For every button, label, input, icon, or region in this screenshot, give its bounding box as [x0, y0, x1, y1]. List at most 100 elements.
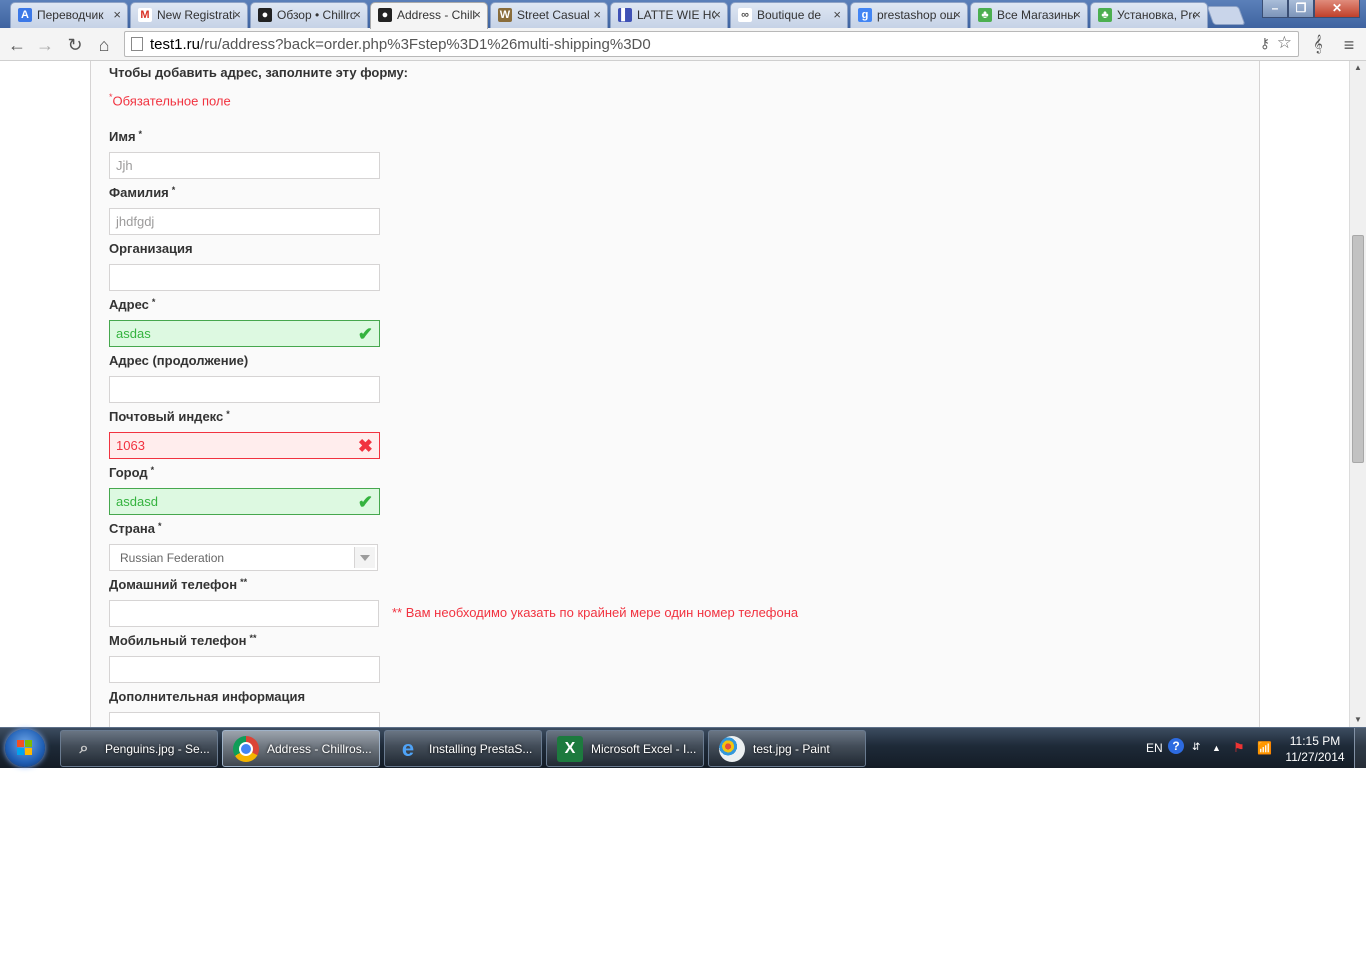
taskbar-button-label: Address - Chillros... — [267, 742, 372, 756]
phone-label: Домашний телефон ** — [109, 577, 248, 592]
lastname-label: Фамилия * — [109, 185, 176, 200]
lastname-input[interactable]: jhdfgdj — [109, 208, 380, 235]
tab-label: Установка, PrestaShop — [1117, 8, 1195, 22]
translate-icon: A — [18, 8, 32, 22]
magnifier-icon: ⌕ — [79, 740, 89, 757]
tab-obzor[interactable]: ● Обзор • Chillros × — [250, 2, 368, 28]
show-hidden-icons-icon[interactable]: ▲ — [1212, 728, 1221, 768]
postcode-label: Почтовый индекс * — [109, 409, 230, 424]
gmail-icon: M — [138, 8, 152, 22]
windows-logo-icon — [17, 740, 33, 756]
tab-all-stores[interactable]: ♣ Все Магазины × — [970, 2, 1088, 28]
leaf-icon: ♣ — [978, 8, 992, 22]
scroll-down-icon[interactable]: ▼ — [1350, 713, 1366, 727]
clock-date: 11/27/2014 — [1285, 750, 1345, 764]
browser-toolbar: ← → ↻ ⌂ test1.ru/ru/address?back=order.p… — [0, 28, 1366, 61]
country-selected-value: Russian Federation — [120, 551, 225, 565]
system-clock[interactable]: 11:15 PM 11/27/2014 — [1280, 733, 1350, 765]
tab-close-icon[interactable]: × — [593, 7, 601, 22]
close-window-icon[interactable]: ✕ — [1314, 0, 1360, 18]
key-icon[interactable]: ⚷ — [1260, 35, 1270, 52]
tab-close-icon[interactable]: × — [473, 7, 481, 22]
network-signal-icon[interactable]: 📶 — [1257, 728, 1272, 768]
tab-new-registration[interactable]: M New Registration × — [130, 2, 248, 28]
url-text[interactable]: test1.ru/ru/address?back=order.php%3Fste… — [150, 36, 651, 53]
link-icon: ∞ — [738, 8, 752, 22]
address1-input[interactable]: asdas ✔ — [109, 320, 380, 347]
company-label: Организация — [109, 241, 193, 256]
menu-icon[interactable]: ≡ — [1338, 34, 1360, 56]
other-info-textarea[interactable] — [109, 712, 380, 727]
phone-input[interactable] — [109, 600, 379, 627]
taskbar-button-chrome[interactable]: Address - Chillros... — [222, 730, 380, 767]
prestashop-icon: ● — [378, 8, 392, 22]
tab-label: Обзор • Chillros — [277, 8, 355, 22]
postcode-input[interactable]: 1063 ✖ — [109, 432, 380, 459]
taskbar-button-excel[interactable]: X Microsoft Excel - I... — [546, 730, 704, 767]
city-label: Город * — [109, 465, 155, 480]
tab-label: prestashop ошибка — [877, 8, 955, 22]
extension-icon[interactable]: 𝄞 — [1307, 34, 1329, 56]
tab-latte[interactable]: ▌ LATTE WIE HOF × — [610, 2, 728, 28]
tab-label: Все Магазины — [997, 8, 1075, 22]
tab-close-icon[interactable]: × — [833, 7, 841, 22]
scrollbar-thumb[interactable] — [1352, 235, 1364, 463]
barcode-icon: ▌ — [618, 8, 632, 22]
language-indicator[interactable]: EN — [1146, 728, 1163, 768]
reload-icon[interactable]: ↻ — [64, 34, 86, 56]
start-button[interactable] — [5, 729, 45, 767]
taskbar-button-photo-viewer[interactable]: ⌕ Penguins.jpg - Se... — [60, 730, 218, 767]
new-tab-button[interactable] — [1206, 6, 1246, 25]
tab-prestashop-search[interactable]: g prestashop ошибка × — [850, 2, 968, 28]
city-input[interactable]: asdasd ✔ — [109, 488, 380, 515]
action-center-icon[interactable]: ⚑ — [1233, 728, 1245, 768]
company-input[interactable] — [109, 264, 380, 291]
home-icon[interactable]: ⌂ — [93, 34, 115, 56]
form-intro: Чтобы добавить адрес, заполните эту форм… — [109, 65, 408, 80]
maximize-icon[interactable]: ❐ — [1288, 0, 1314, 18]
tab-close-icon[interactable]: × — [1193, 7, 1201, 22]
tab-address[interactable]: ● Address - Chillros × — [370, 2, 488, 29]
tab-translate[interactable]: A Переводчик × — [10, 2, 128, 28]
show-desktop-button[interactable] — [1354, 728, 1366, 768]
country-select[interactable]: Russian Federation — [109, 544, 378, 571]
tab-label: Boutique de — [757, 8, 822, 22]
firstname-input[interactable]: Jjh — [109, 152, 380, 179]
mobile-phone-label: Мобильный телефон ** — [109, 633, 257, 648]
mobile-phone-input[interactable] — [109, 656, 380, 683]
address2-input[interactable] — [109, 376, 380, 403]
taskbar-button-paint[interactable]: test.jpg - Paint — [708, 730, 866, 767]
clock-time: 11:15 PM — [1289, 734, 1341, 748]
tab-close-icon[interactable]: × — [353, 7, 361, 22]
bookmark-star-icon[interactable]: ☆ — [1277, 33, 1292, 53]
paint-icon — [719, 736, 745, 762]
tab-close-icon[interactable]: × — [113, 7, 121, 22]
scroll-up-icon[interactable]: ▲ — [1350, 61, 1366, 75]
taskbar-button-ie[interactable]: e Installing PrestaS... — [384, 730, 542, 767]
address-bar[interactable]: test1.ru/ru/address?back=order.php%3Fste… — [124, 31, 1299, 57]
leaf-icon: ♣ — [1098, 8, 1112, 22]
chevron-down-icon[interactable] — [354, 547, 375, 568]
firstname-label: Имя * — [109, 129, 143, 144]
tab-boutique[interactable]: ∞ Boutique de × — [730, 2, 848, 28]
minimize-icon[interactable]: – — [1262, 0, 1288, 18]
windows-taskbar: ⌕ Penguins.jpg - Se... Address - Chillro… — [0, 727, 1366, 768]
tab-label: LATTE WIE HOF — [637, 8, 715, 22]
ie-icon: e — [401, 736, 415, 761]
input-settings-icon[interactable]: ⇵ — [1192, 728, 1200, 768]
back-arrow-icon[interactable]: ← — [6, 34, 28, 56]
help-icon[interactable]: ? — [1168, 738, 1184, 754]
tab-street-casual[interactable]: W Street Casual × — [490, 2, 608, 28]
chrome-icon — [233, 736, 259, 762]
tab-close-icon[interactable]: × — [713, 7, 721, 22]
tab-install[interactable]: ♣ Установка, PrestaShop × — [1090, 2, 1208, 28]
required-note: *Обязательное поле — [109, 92, 231, 109]
forward-arrow-icon[interactable]: → — [34, 34, 56, 56]
browser-tab-strip: A Переводчик × M New Registration × ● Об… — [0, 0, 1366, 29]
tab-close-icon[interactable]: × — [233, 7, 241, 22]
tab-close-icon[interactable]: × — [1073, 7, 1081, 22]
tab-close-icon[interactable]: × — [953, 7, 961, 22]
vertical-scrollbar[interactable]: ▲ ▼ — [1349, 61, 1366, 727]
page-viewport: Чтобы добавить адрес, заполните эту форм… — [0, 61, 1349, 727]
tab-label: Street Casual — [517, 8, 590, 22]
